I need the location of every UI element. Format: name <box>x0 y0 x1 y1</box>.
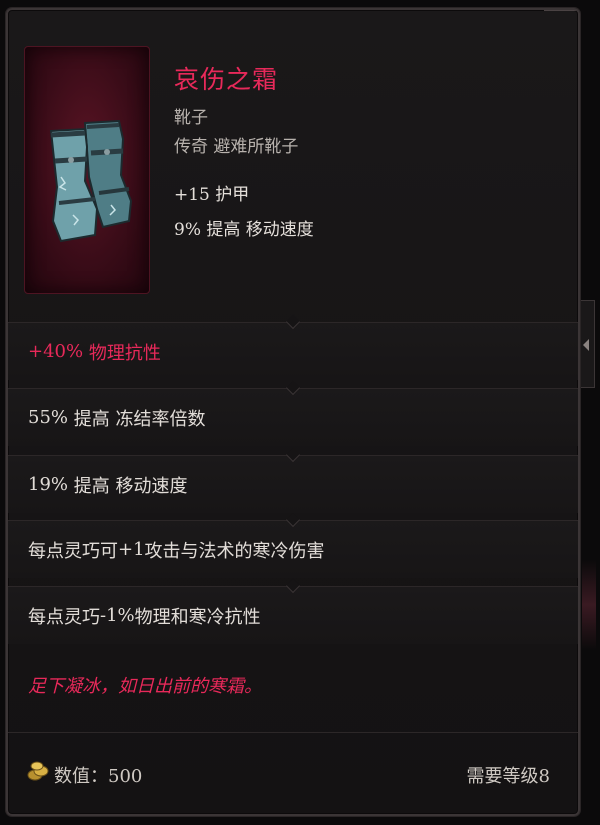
level-label: 需要等级 <box>466 766 539 787</box>
tooltip-header: 哀伤之霜 靴子 传奇 避难所靴子 +15 护甲 9% 提高 移动速度 <box>8 10 578 320</box>
property-prefix: 每点灵巧 <box>28 606 100 628</box>
flavor-text: 足下凝冰，如日出前的寒霜。 <box>28 676 262 697</box>
item-portrait <box>24 46 150 294</box>
item-type: 靴子 <box>174 108 208 128</box>
value-amount: 500 <box>108 766 143 787</box>
base-stat-value: +15 <box>174 185 210 205</box>
level-amount: 8 <box>538 766 550 787</box>
gold-coins-icon <box>27 761 49 781</box>
row-notch <box>285 512 301 528</box>
property-text: 提高 冻结率倍数 <box>73 408 206 430</box>
property-row: 每点灵巧可 +1 攻击与法术的寒冷伤害 <box>8 512 578 578</box>
row-notch <box>285 380 301 396</box>
property-text: 物理和寒冷抗性 <box>134 606 261 628</box>
expand-tab[interactable] <box>581 300 595 388</box>
property-text: 提高 移动速度 <box>73 475 188 497</box>
property-value: +1 <box>118 539 145 560</box>
property-row: +40% 物理抗性 <box>8 314 578 380</box>
item-rarity: 传奇 避难所靴子 <box>174 137 299 157</box>
property-value: +40% <box>28 341 84 362</box>
property-text: 物理抗性 <box>88 342 161 364</box>
base-stat-text: 护甲 <box>215 185 250 205</box>
property-value: -1% <box>100 605 135 626</box>
property-text: 攻击与法术的寒冷伤害 <box>144 540 325 562</box>
item-name: 哀伤之霜 <box>174 65 279 94</box>
property-value: 19% <box>28 474 69 495</box>
footer-divider <box>8 732 578 733</box>
value-label: 数值： <box>54 766 108 787</box>
property-row: 每点灵巧 -1% 物理和寒冷抗性 <box>8 578 578 644</box>
row-notch <box>285 447 301 463</box>
base-stat-movespeed: 9% 提高 移动速度 <box>174 215 314 240</box>
property-value: 55% <box>28 407 69 428</box>
base-stat-armor: +15 护甲 <box>174 180 249 205</box>
property-row: 55% 提高 冻结率倍数 <box>8 380 578 446</box>
frost-boots-icon <box>49 119 133 243</box>
base-stat-text: 提高 移动速度 <box>206 220 314 240</box>
required-level: 需要等级8 <box>467 762 550 788</box>
row-notch <box>285 578 301 594</box>
tooltip-footer: 数值：500 需要等级8 <box>8 748 578 798</box>
base-stat-value: 9% <box>174 220 201 240</box>
property-row: 19% 提高 移动速度 <box>8 447 578 513</box>
item-tooltip: 哀伤之霜 靴子 传奇 避难所靴子 +15 护甲 9% 提高 移动速度 +40% … <box>6 8 580 816</box>
item-value: 数值：500 <box>54 762 142 788</box>
edge-glow <box>582 560 596 650</box>
property-prefix: 每点灵巧可 <box>28 540 118 562</box>
